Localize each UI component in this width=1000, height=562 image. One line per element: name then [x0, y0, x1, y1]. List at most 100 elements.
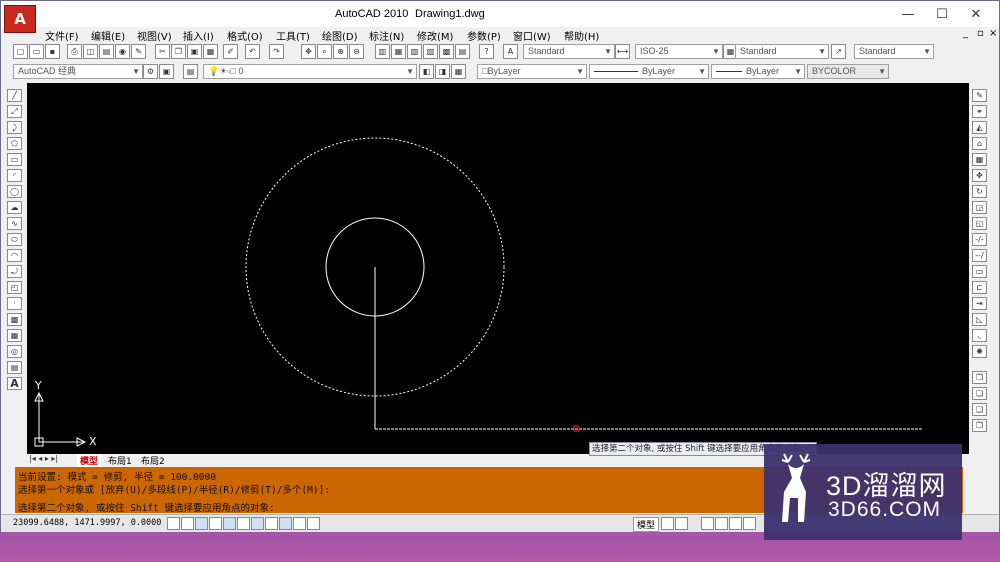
join-icon[interactable]: ⇥	[972, 297, 987, 310]
publish-icon[interactable]: ▤	[99, 44, 114, 59]
save-icon[interactable]: ▪	[45, 44, 60, 59]
quick-view-drawings-icon[interactable]	[675, 517, 688, 530]
tab-layout2[interactable]: 布局2	[138, 454, 168, 467]
break-at-point-icon[interactable]: ▭	[972, 265, 987, 278]
markup-icon[interactable]: ▩	[439, 44, 454, 59]
paste-icon[interactable]: ▣	[187, 44, 202, 59]
make-current-layer-icon[interactable]: ◧	[419, 64, 434, 79]
move-icon[interactable]: ✥	[972, 169, 987, 182]
quick-view-layouts-icon[interactable]	[661, 517, 674, 530]
menu-draw[interactable]: 绘图(D)	[322, 28, 358, 43]
properties-icon[interactable]: ▥	[375, 44, 390, 59]
zoom-status-icon[interactable]	[715, 517, 728, 530]
match-properties-icon[interactable]: ▦	[203, 44, 218, 59]
pan-icon[interactable]: ✥	[301, 44, 316, 59]
menu-view[interactable]: 视图(V)	[137, 28, 172, 43]
command-prompt[interactable]: 选择第二个对象, 或按住 Shift 键选择要应用角点的对象:	[18, 500, 275, 514]
menu-window[interactable]: 窗口(W)	[513, 28, 551, 43]
polygon-icon[interactable]: ⬠	[7, 137, 22, 150]
chamfer-icon[interactable]: ◺	[972, 313, 987, 326]
point-icon[interactable]: ·	[7, 297, 22, 310]
layer-states-icon[interactable]: ▦	[451, 64, 466, 79]
model-space-button[interactable]: 模型	[633, 517, 660, 532]
dynamic-input-icon[interactable]	[279, 517, 292, 530]
infer-constraints-icon[interactable]	[167, 517, 180, 530]
multiline-text-icon[interactable]: A	[7, 377, 22, 390]
etransmit-icon[interactable]: ✎	[131, 44, 146, 59]
mleader-style-select[interactable]: Standard ▼	[854, 44, 934, 59]
layer-select[interactable]: 💡☀▫□ 0 ▼	[203, 64, 417, 79]
layer-previous-icon[interactable]: ◨	[435, 64, 450, 79]
break-icon[interactable]: ⊏	[972, 281, 987, 294]
zoom-previous-icon[interactable]: ⊖	[349, 44, 364, 59]
spline-icon[interactable]: ∿	[7, 217, 22, 230]
table-style-select[interactable]: Standard ▼	[735, 44, 829, 59]
linetype-select[interactable]: ByLayer ▼	[589, 64, 709, 79]
tool-palettes-icon[interactable]: ▧	[407, 44, 422, 59]
revision-cloud-icon[interactable]: ☁	[7, 201, 22, 214]
open-icon[interactable]: ▭	[29, 44, 44, 59]
send-under-icon[interactable]: ❒	[972, 419, 987, 432]
bring-above-icon[interactable]: ❑	[972, 403, 987, 416]
extend-icon[interactable]: --/	[972, 249, 987, 262]
object-snap-tracking-icon[interactable]	[251, 517, 264, 530]
circle-icon[interactable]: ◯	[7, 185, 22, 198]
menu-modify[interactable]: 修改(M)	[417, 28, 453, 43]
design-center-icon[interactable]: ▦	[391, 44, 406, 59]
erase-icon[interactable]: ✎	[972, 89, 987, 102]
construction-line-icon[interactable]: ⤢	[7, 105, 22, 118]
pan-status-icon[interactable]	[701, 517, 714, 530]
polar-tracking-icon[interactable]	[223, 517, 236, 530]
region-icon[interactable]: ◎	[7, 345, 22, 358]
redo-icon[interactable]: ↷	[269, 44, 284, 59]
menu-file[interactable]: 文件(F)	[45, 28, 79, 43]
trim-icon[interactable]: -/-	[972, 233, 987, 246]
plot-icon[interactable]: ⎙	[67, 44, 82, 59]
stretch-icon[interactable]: ◱	[972, 217, 987, 230]
quickcalc-icon[interactable]: ▤	[455, 44, 470, 59]
help-icon[interactable]: ?	[479, 44, 494, 59]
menu-insert[interactable]: 插入(I)	[183, 28, 214, 43]
close-button[interactable]: ✕	[959, 5, 993, 25]
object-snap-icon[interactable]	[237, 517, 250, 530]
steering-wheel-icon[interactable]	[729, 517, 742, 530]
ellipse-icon[interactable]: ⬭	[7, 233, 22, 246]
mleader-style-icon[interactable]: ↗	[831, 44, 846, 59]
drawing-canvas[interactable]: Y X	[27, 83, 969, 454]
hatch-icon[interactable]: ▩	[7, 313, 22, 326]
ortho-mode-icon[interactable]	[209, 517, 222, 530]
array-icon[interactable]: ▦	[972, 153, 987, 166]
snap-mode-icon[interactable]	[181, 517, 194, 530]
dim-style-select[interactable]: ISO-25 ▼	[635, 44, 723, 59]
dim-style-icon[interactable]: ⟷	[615, 44, 630, 59]
mdi-restore-button[interactable]: ▫	[977, 28, 984, 39]
layer-properties-icon[interactable]: ▤	[183, 64, 198, 79]
3d-dwf-icon[interactable]: ◉	[115, 44, 130, 59]
copy-icon[interactable]: ❐	[171, 44, 186, 59]
workspace-settings-icon[interactable]: ⚙	[143, 64, 158, 79]
make-block-icon[interactable]: ◰	[7, 281, 22, 294]
maximize-button[interactable]: ☐	[925, 5, 959, 25]
cut-icon[interactable]: ✂	[155, 44, 170, 59]
menu-edit[interactable]: 编辑(E)	[91, 28, 125, 43]
bring-to-front-icon[interactable]: ❐	[972, 371, 987, 384]
insert-block-icon[interactable]: ⤾	[7, 265, 22, 278]
new-icon[interactable]: ▢	[13, 44, 28, 59]
sheet-set-icon[interactable]: ▨	[423, 44, 438, 59]
send-to-back-icon[interactable]: ❏	[972, 387, 987, 400]
menu-parametric[interactable]: 参数(P)	[467, 28, 501, 43]
copy-object-icon[interactable]: ⚭	[972, 105, 987, 118]
mdi-close-button[interactable]: ×	[989, 28, 997, 39]
quick-properties-icon[interactable]	[307, 517, 320, 530]
zoom-window-icon[interactable]: ⊕	[333, 44, 348, 59]
text-style-select[interactable]: Standard ▼	[523, 44, 615, 59]
lineweight-toggle-icon[interactable]	[293, 517, 306, 530]
menu-help[interactable]: 帮助(H)	[564, 28, 599, 43]
lineweight-select[interactable]: ByLayer ▼	[711, 64, 805, 79]
line-icon[interactable]: ╱	[7, 89, 22, 102]
rectangle-icon[interactable]: ▭	[7, 153, 22, 166]
arc-icon[interactable]: ◜	[7, 169, 22, 182]
menu-format[interactable]: 格式(O)	[227, 28, 263, 43]
menu-tools[interactable]: 工具(T)	[276, 28, 310, 43]
mirror-icon[interactable]: ◭	[972, 121, 987, 134]
